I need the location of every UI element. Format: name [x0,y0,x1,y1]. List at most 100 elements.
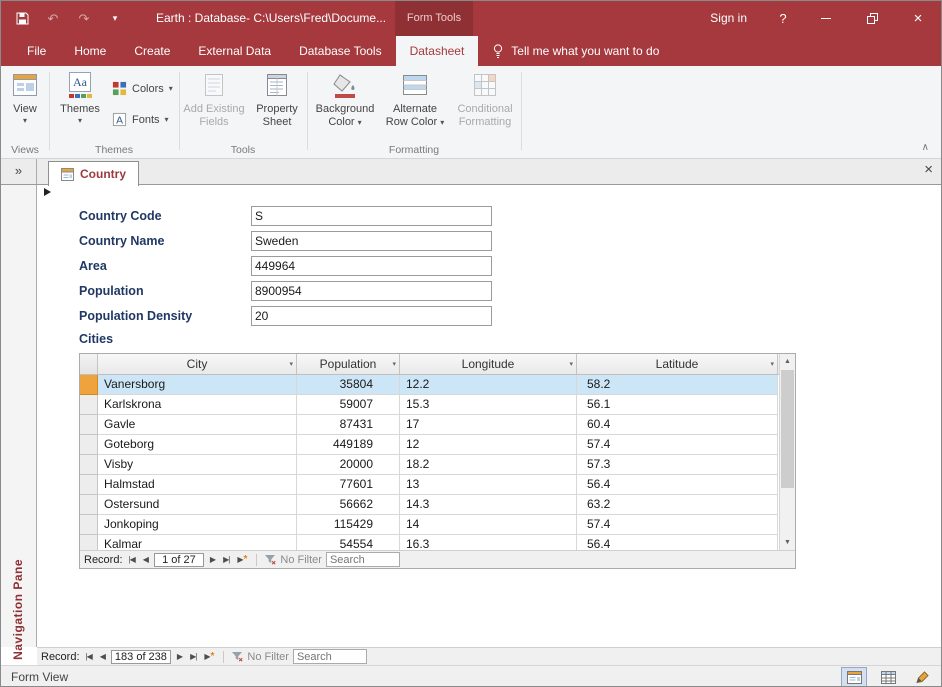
cell-longitude[interactable]: 12 [400,435,577,455]
cell-longitude[interactable]: 13 [400,475,577,495]
record-position-box[interactable]: 183 of 238 [111,650,171,664]
new-record-button[interactable]: ▶* [235,554,249,565]
row-selector[interactable] [80,415,98,435]
table-row[interactable]: Vanersborg 35804 12.2 58.2 [80,375,779,395]
redo-button[interactable]: ↷ [75,10,93,28]
last-record-button[interactable]: ▶| [221,555,231,564]
column-header-city[interactable]: City▾ [98,354,297,374]
view-shortcut-form-button[interactable] [841,667,867,687]
cell-city[interactable]: Jonkoping [98,515,297,535]
help-button[interactable]: ? [763,1,803,36]
area-field[interactable] [251,256,492,276]
population-density-field[interactable] [251,306,492,326]
country-code-field[interactable] [251,206,492,226]
cell-latitude[interactable]: 60.4 [577,415,778,435]
cell-longitude[interactable]: 18.2 [400,455,577,475]
cell-longitude[interactable]: 14 [400,515,577,535]
tell-me-box[interactable]: Tell me what you want to do [478,36,673,66]
cell-latitude[interactable]: 56.4 [577,475,778,495]
tab-country[interactable]: Country [48,161,139,186]
cell-longitude[interactable]: 17 [400,415,577,435]
no-filter-button[interactable]: No Filter [264,554,322,566]
collapse-ribbon-button[interactable]: ∧ [922,142,929,153]
minimize-button[interactable] [803,1,849,36]
table-row[interactable]: Goteborg 449189 12 57.4 [80,435,779,455]
colors-button[interactable]: Colors ▾ [112,81,173,96]
previous-record-button[interactable]: ◀ [141,555,150,564]
country-name-field[interactable] [251,231,492,251]
new-record-button[interactable]: ▶* [202,651,216,662]
row-selector[interactable] [80,395,98,415]
tab-home[interactable]: Home [60,36,120,66]
restore-button[interactable] [849,1,895,36]
sign-in-button[interactable]: Sign in [694,1,763,36]
cell-latitude[interactable]: 63.2 [577,495,778,515]
alternate-row-color-button[interactable]: Alternate Row Color ▾ [381,69,449,129]
table-row[interactable]: Halmstad 77601 13 56.4 [80,475,779,495]
tab-file[interactable]: File [13,36,60,66]
close-document-button[interactable]: × [924,161,933,178]
tab-create[interactable]: Create [120,36,184,66]
cell-city[interactable]: Visby [98,455,297,475]
table-row[interactable]: Karlskrona 59007 15.3 56.1 [80,395,779,415]
tab-external-data[interactable]: External Data [184,36,285,66]
view-shortcut-design-button[interactable] [909,667,935,687]
row-selector-current[interactable] [80,375,98,395]
cell-population[interactable]: 20000 [297,455,400,475]
column-header-longitude[interactable]: Longitude▾ [400,354,577,374]
property-sheet-button[interactable]: Property Sheet [249,69,305,129]
tab-datasheet[interactable]: Datasheet [396,36,479,66]
cell-population[interactable]: 35804 [297,375,400,395]
tab-database-tools[interactable]: Database Tools [285,36,396,66]
table-row[interactable]: Ostersund 56662 14.3 63.2 [80,495,779,515]
cell-longitude[interactable]: 15.3 [400,395,577,415]
chevron-down-icon[interactable]: ▾ [392,354,396,375]
column-header-population[interactable]: Population▾ [297,354,400,374]
row-selector[interactable] [80,455,98,475]
column-header-latitude[interactable]: Latitude▾ [577,354,778,374]
row-selector[interactable] [80,515,98,535]
view-button[interactable]: View ▾ [5,69,45,125]
vertical-scrollbar[interactable]: ▲ ▼ [779,354,795,550]
cell-population[interactable]: 56662 [297,495,400,515]
nav-pane-expand-button[interactable]: » [1,159,37,184]
cell-latitude[interactable]: 57.3 [577,455,778,475]
cell-city[interactable]: Halmstad [98,475,297,495]
population-field[interactable] [251,281,492,301]
undo-button[interactable]: ↶ [44,10,62,28]
last-record-button[interactable]: ▶| [188,652,198,661]
cell-city[interactable]: Kalmar [98,535,297,550]
next-record-button[interactable]: ▶ [208,555,217,564]
row-selector[interactable] [80,535,98,550]
cell-population[interactable]: 77601 [297,475,400,495]
subform-search-input[interactable] [326,552,400,567]
view-shortcut-datasheet-button[interactable] [875,667,901,687]
chevron-down-icon[interactable]: ▾ [289,354,293,375]
cell-longitude[interactable]: 16.3 [400,535,577,550]
row-selector[interactable] [80,435,98,455]
cell-population[interactable]: 115429 [297,515,400,535]
cell-city[interactable]: Gavle [98,415,297,435]
cell-city[interactable]: Karlskrona [98,395,297,415]
main-search-input[interactable] [293,649,367,664]
select-all-corner[interactable] [80,354,98,374]
close-button[interactable]: × [895,1,941,36]
cell-city[interactable]: Vanersborg [98,375,297,395]
cell-longitude[interactable]: 14.3 [400,495,577,515]
table-row[interactable]: Visby 20000 18.2 57.3 [80,455,779,475]
cell-population[interactable]: 59007 [297,395,400,415]
chevron-down-icon[interactable]: ▾ [569,354,573,375]
cell-city[interactable]: Ostersund [98,495,297,515]
background-color-button[interactable]: Background Color ▾ [311,69,379,129]
scrollbar-thumb[interactable] [781,370,794,488]
cell-population[interactable]: 449189 [297,435,400,455]
cell-population[interactable]: 87431 [297,415,400,435]
cell-latitude[interactable]: 57.4 [577,515,778,535]
previous-record-button[interactable]: ◀ [98,652,107,661]
customize-qat-button[interactable]: ▾ [106,10,124,28]
no-filter-button[interactable]: No Filter [231,651,289,663]
cell-latitude[interactable]: 57.4 [577,435,778,455]
cell-latitude[interactable]: 56.4 [577,535,778,550]
table-row[interactable]: Jonkoping 115429 14 57.4 [80,515,779,535]
cell-population[interactable]: 54554 [297,535,400,550]
